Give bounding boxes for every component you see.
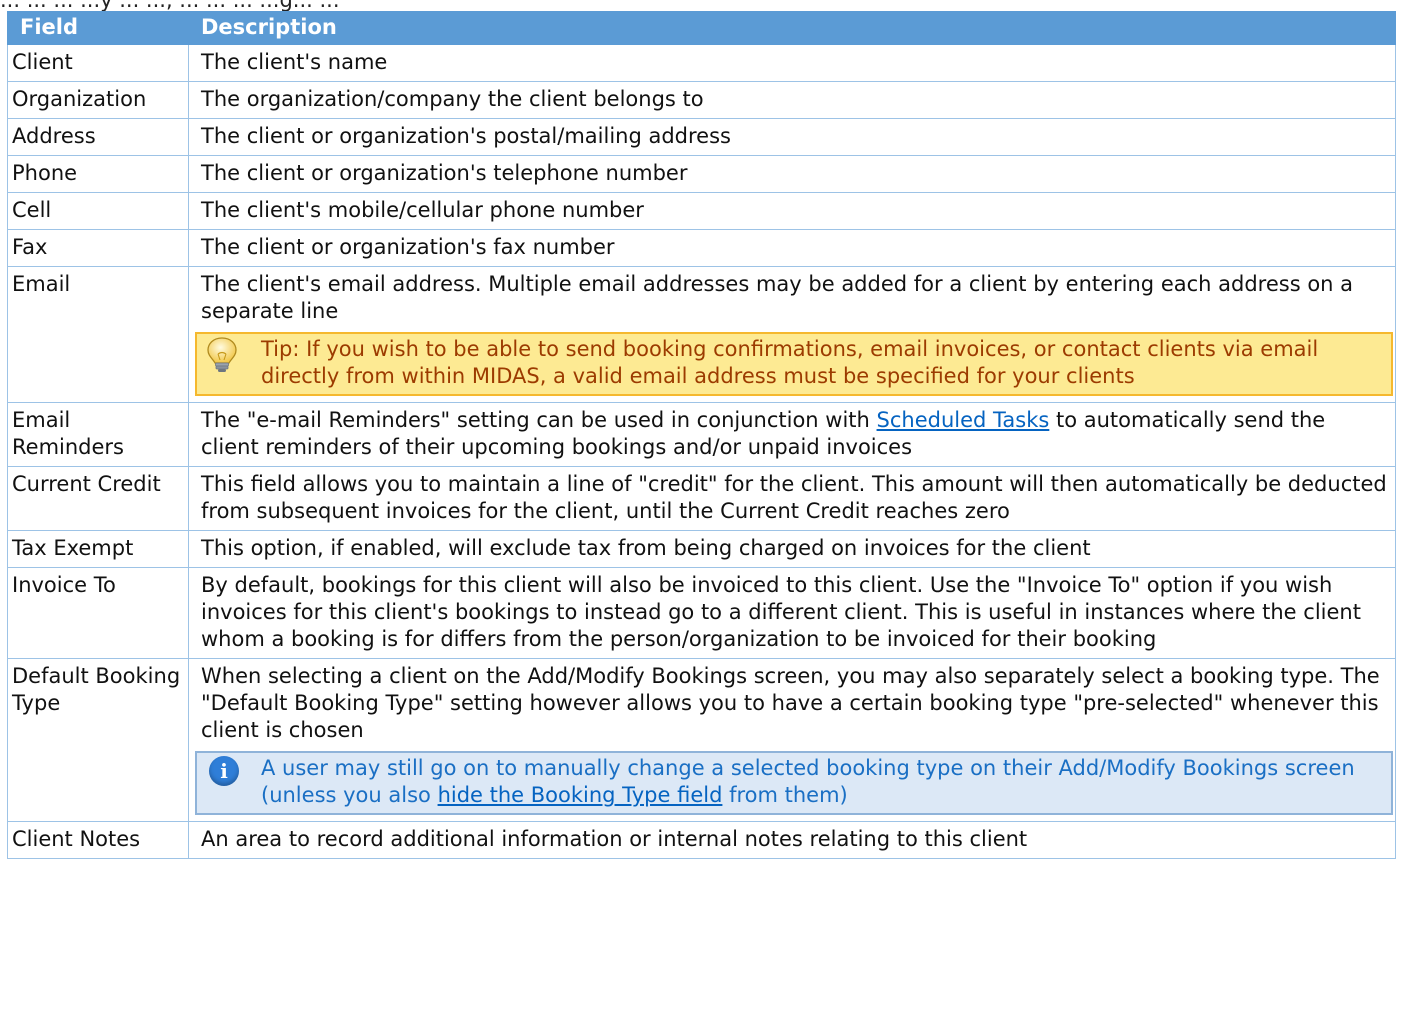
field-description: The client or organization's fax number [188, 229, 1396, 267]
table-row: Fax The client or organization's fax num… [7, 229, 1396, 267]
table-row: Email Reminders The "e-mail Reminders" s… [7, 402, 1396, 467]
field-description: This option, if enabled, will exclude ta… [188, 530, 1396, 568]
table-row: Client The client's name [7, 44, 1396, 82]
field-description: The client's mobile/cellular phone numbe… [188, 192, 1396, 230]
field-description: The organization/company the client belo… [188, 81, 1396, 119]
field-description: The client or organization's telephone n… [188, 155, 1396, 193]
field-name: Fax [7, 229, 189, 267]
table-row: Invoice To By default, bookings for this… [7, 567, 1396, 659]
info-note-box: i A user may still go on to manually cha… [195, 751, 1393, 815]
field-name: Tax Exempt [7, 530, 189, 568]
field-description: An area to record additional information… [188, 821, 1396, 859]
field-name: Phone [7, 155, 189, 193]
field-name: Email [7, 266, 189, 403]
field-name: Organization [7, 81, 189, 119]
table-row: Cell The client's mobile/cellular phone … [7, 192, 1396, 230]
table-row: Client Notes An area to record additiona… [7, 821, 1396, 859]
field-name: Client Notes [7, 821, 189, 859]
field-description: When selecting a client on the Add/Modif… [201, 664, 1380, 742]
header-field: Field [7, 11, 189, 45]
table-row: Tax Exempt This option, if enabled, will… [7, 530, 1396, 568]
note-text: from them) [722, 783, 848, 807]
field-name: Current Credit [7, 466, 189, 531]
header-description: Description [188, 11, 1396, 45]
field-description: By default, bookings for this client wil… [188, 567, 1396, 659]
table-row: Current Credit This field allows you to … [7, 466, 1396, 531]
field-name: Address [7, 118, 189, 156]
tip-box: Tip: If you wish to be able to send book… [195, 332, 1393, 396]
field-name: Client [7, 44, 189, 82]
field-name: Email Reminders [7, 402, 189, 467]
lightbulb-icon [207, 337, 237, 372]
field-description: The client's email address. Multiple ema… [201, 272, 1354, 323]
table-header-row: Field Description [7, 11, 1396, 45]
field-description: The client or organization's postal/mail… [188, 118, 1396, 156]
description-text: The "e-mail Reminders" setting can be us… [201, 408, 877, 432]
info-icon: i [209, 756, 239, 786]
tip-text: Tip: If you wish to be able to send book… [261, 337, 1319, 388]
field-description: The client's name [188, 44, 1396, 82]
client-fields-table: Field Description Client The client's na… [7, 11, 1396, 859]
table-row: Organization The organization/company th… [7, 81, 1396, 119]
table-row: Address The client or organization's pos… [7, 118, 1396, 156]
field-description: The "e-mail Reminders" setting can be us… [188, 402, 1396, 467]
scheduled-tasks-link[interactable]: Scheduled Tasks [877, 408, 1050, 432]
table-row: Email The client's email address. Multip… [7, 266, 1396, 403]
field-name: Cell [7, 192, 189, 230]
field-name: Default Booking Type [7, 658, 189, 822]
field-description-cell: When selecting a client on the Add/Modif… [188, 658, 1396, 822]
field-name: Invoice To [7, 567, 189, 659]
table-row: Default Booking Type When selecting a cl… [7, 658, 1396, 822]
intro-text-fragment: ... ... ... ...y ... ..., ... ... ... ..… [0, 0, 600, 11]
field-description-cell: The client's email address. Multiple ema… [188, 266, 1396, 403]
table-row: Phone The client or organization's telep… [7, 155, 1396, 193]
hide-booking-type-link[interactable]: hide the Booking Type field [438, 783, 723, 807]
field-description: This field allows you to maintain a line… [188, 466, 1396, 531]
